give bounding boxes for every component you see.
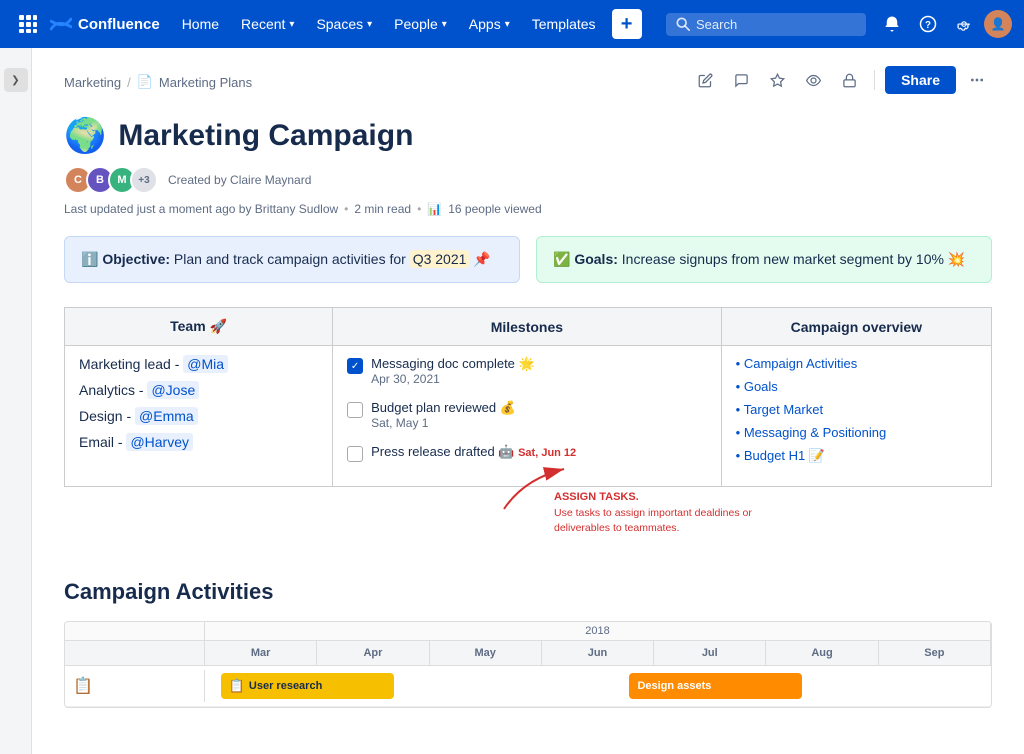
- nav-spaces[interactable]: Spaces ▾: [306, 12, 382, 36]
- grid-icon[interactable]: [12, 8, 44, 40]
- team-row: Design - @Emma: [79, 408, 318, 424]
- milestone-item: ✓ Messaging doc complete 🌟 Apr 30, 2021: [347, 356, 707, 386]
- gantt-month-may: May: [430, 641, 542, 665]
- confluence-logo[interactable]: Confluence: [50, 13, 160, 35]
- callout-check-icon: ✅: [553, 251, 570, 267]
- col-team: Team 🚀: [65, 308, 333, 346]
- doc-meta: C B M +3 Created by Claire Maynard: [64, 166, 992, 194]
- gantt-month-sep: Sep: [879, 641, 991, 665]
- milestone-checkbox-1[interactable]: ✓: [347, 358, 363, 374]
- callout-info-icon: ℹ️: [81, 251, 98, 267]
- edit-button[interactable]: [690, 65, 720, 95]
- title-text: Marketing Campaign: [118, 119, 413, 153]
- gantt-month-jun: Jun: [542, 641, 654, 665]
- settings-icon[interactable]: [948, 8, 980, 40]
- overview-link-activities[interactable]: • Campaign Activities: [736, 356, 977, 371]
- sidebar-toggle[interactable]: ❯: [0, 48, 32, 754]
- gantt-year-row: 2018: [65, 622, 991, 641]
- gantt-month-jul: Jul: [654, 641, 766, 665]
- comment-button[interactable]: [726, 65, 756, 95]
- view-button[interactable]: [798, 65, 828, 95]
- team-row: Analytics - @Jose: [79, 382, 318, 398]
- annotation-area: ASSIGN TASKS. Use tasks to assign import…: [64, 499, 992, 559]
- share-button[interactable]: Share: [885, 66, 956, 94]
- callout-row: ℹ️ Objective: Plan and track campaign ac…: [64, 236, 992, 283]
- svg-text:?: ?: [925, 20, 931, 31]
- more-button[interactable]: [962, 65, 992, 95]
- nav-templates[interactable]: Templates: [522, 12, 606, 36]
- callout-objective: ℹ️ Objective: Plan and track campaign ac…: [64, 236, 520, 283]
- annotation-text: ASSIGN TASKS. Use tasks to assign import…: [554, 489, 752, 537]
- gantt-chart: 2018 Mar Apr May Jun Jul Aug Sep 📋: [64, 621, 992, 708]
- overview-link-messaging[interactable]: • Messaging & Positioning: [736, 425, 977, 440]
- campaign-activities-title: Campaign Activities: [64, 579, 992, 605]
- callout-goals: ✅ Goals: Increase signups from new marke…: [536, 236, 992, 283]
- search-bar[interactable]: Search: [666, 13, 866, 36]
- gantt-bar-design-assets: Design assets: [629, 673, 802, 699]
- breadcrumb-icon: 📄: [137, 74, 153, 90]
- help-icon[interactable]: ?: [912, 8, 944, 40]
- created-by: Created by Claire Maynard: [168, 173, 311, 187]
- breadcrumb-plans[interactable]: Marketing Plans: [159, 75, 252, 90]
- milestone-checkbox-3[interactable]: [347, 446, 363, 462]
- overview-link-target[interactable]: • Target Market: [736, 402, 977, 417]
- notifications-icon[interactable]: [876, 8, 908, 40]
- author-avatars: C B M +3: [64, 166, 158, 194]
- user-avatar[interactable]: 👤: [984, 10, 1012, 38]
- gantt-bar-user-research: 📋User research: [221, 673, 394, 699]
- nav-people[interactable]: People ▾: [384, 12, 457, 36]
- avatar-count: +3: [130, 166, 158, 194]
- col-overview: Campaign overview: [721, 308, 991, 346]
- topnav: Confluence Home Recent ▾ Spaces ▾ People…: [0, 0, 1024, 48]
- gantt-month-mar: Mar: [205, 641, 317, 665]
- team-cell: Marketing lead - @Mia Analytics - @Jose …: [65, 346, 333, 487]
- doc-toolbar: Share: [690, 61, 992, 99]
- team-row: Email - @Harvey: [79, 434, 318, 450]
- gantt-header: Mar Apr May Jun Jul Aug Sep: [65, 641, 991, 666]
- milestone-item: Budget plan reviewed 💰 Sat, May 1: [347, 400, 707, 430]
- title-emoji: 🌍: [64, 116, 106, 156]
- gantt-month-apr: Apr: [317, 641, 429, 665]
- overview-cell: • Campaign Activities • Goals • Target M…: [721, 346, 991, 487]
- star-button[interactable]: [762, 65, 792, 95]
- gantt-row: 📋 📋User research Design assets: [65, 666, 991, 707]
- search-icon: [676, 17, 690, 31]
- team-row: Marketing lead - @Mia: [79, 356, 318, 372]
- overview-link-goals[interactable]: • Goals: [736, 379, 977, 394]
- col-milestones: Milestones: [333, 308, 722, 346]
- nav-home[interactable]: Home: [172, 12, 229, 36]
- overview-link-budget[interactable]: • Budget H1 📝: [736, 448, 977, 464]
- breadcrumb-marketing[interactable]: Marketing: [64, 75, 121, 90]
- breadcrumb: Marketing / 📄 Marketing Plans: [64, 60, 252, 100]
- nav-recent[interactable]: Recent ▾: [231, 12, 304, 36]
- nav-apps[interactable]: Apps ▾: [459, 12, 520, 36]
- doc-updated-meta: Last updated just a moment ago by Britta…: [64, 202, 992, 216]
- restrict-button[interactable]: [834, 65, 864, 95]
- milestone-checkbox-2[interactable]: [347, 402, 363, 418]
- doc-title: 🌍 Marketing Campaign: [64, 116, 992, 156]
- gantt-month-aug: Aug: [766, 641, 878, 665]
- create-button[interactable]: +: [612, 9, 642, 39]
